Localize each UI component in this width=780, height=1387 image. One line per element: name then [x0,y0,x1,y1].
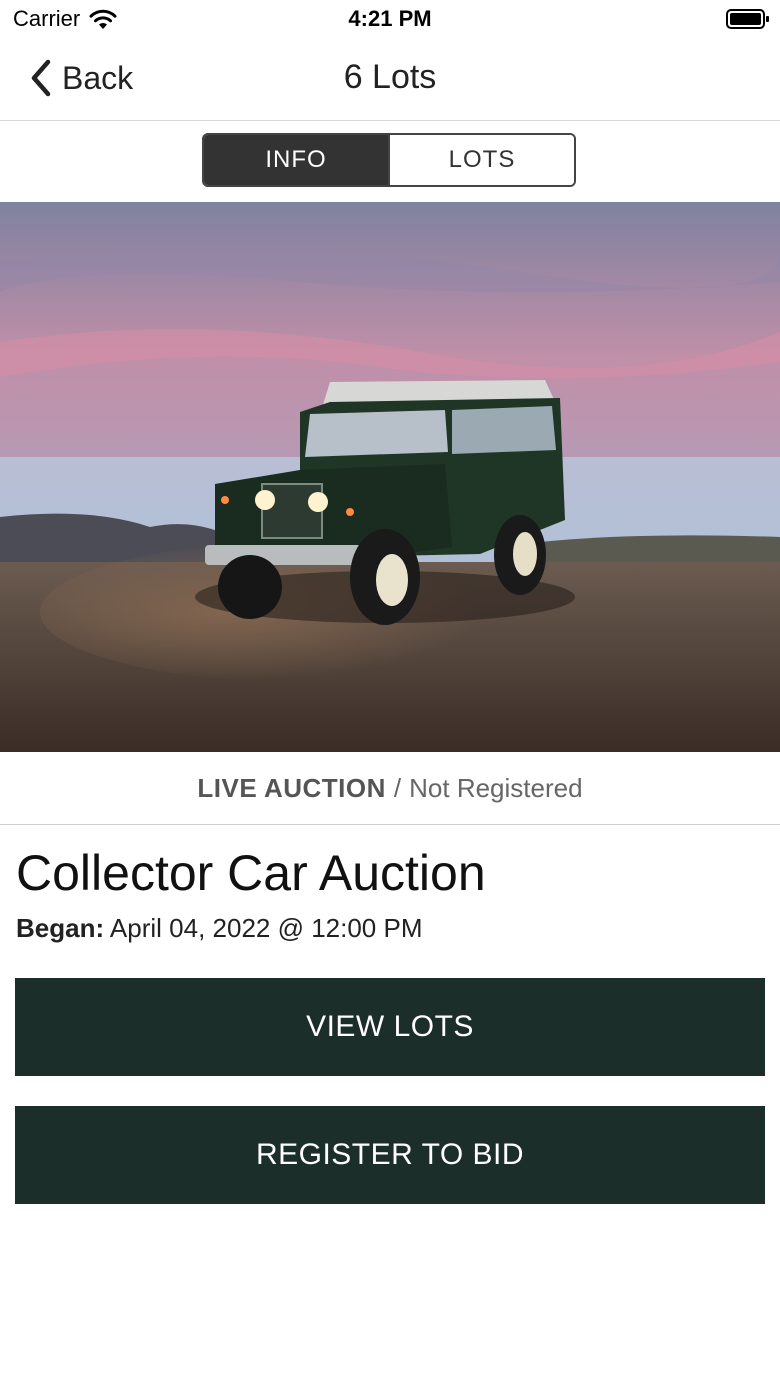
auction-type-label: LIVE AUCTION [197,772,386,803]
status-separator: / [393,772,402,803]
register-to-bid-button[interactable]: REGISTER TO BID [15,1106,765,1204]
tab-info[interactable]: INFO [204,135,388,185]
auction-title: Collector Car Auction [16,845,486,901]
began-value: April 04, 2022 @ 12:00 PM [109,913,423,943]
page-title: 6 Lots [343,58,437,96]
auction-status-line: LIVE AUCTION / Not Registered [0,752,780,825]
navigation-bar: Back 6 Lots [0,40,780,121]
registration-status: Not Registered [409,772,583,803]
tab-lots[interactable]: LOTS [388,135,574,185]
began-label: Began: [16,913,105,943]
info-lots-segmented-control: INFO LOTS [202,133,576,187]
hero-image [0,202,780,752]
status-bar: Carrier 4:21 PM [0,0,780,40]
auction-start-date: Began: April 04, 2022 @ 12:00 PM [16,913,423,944]
clock: 4:21 PM [348,6,432,31]
view-lots-button[interactable]: VIEW LOTS [15,978,765,1076]
battery-icon [726,9,769,29]
